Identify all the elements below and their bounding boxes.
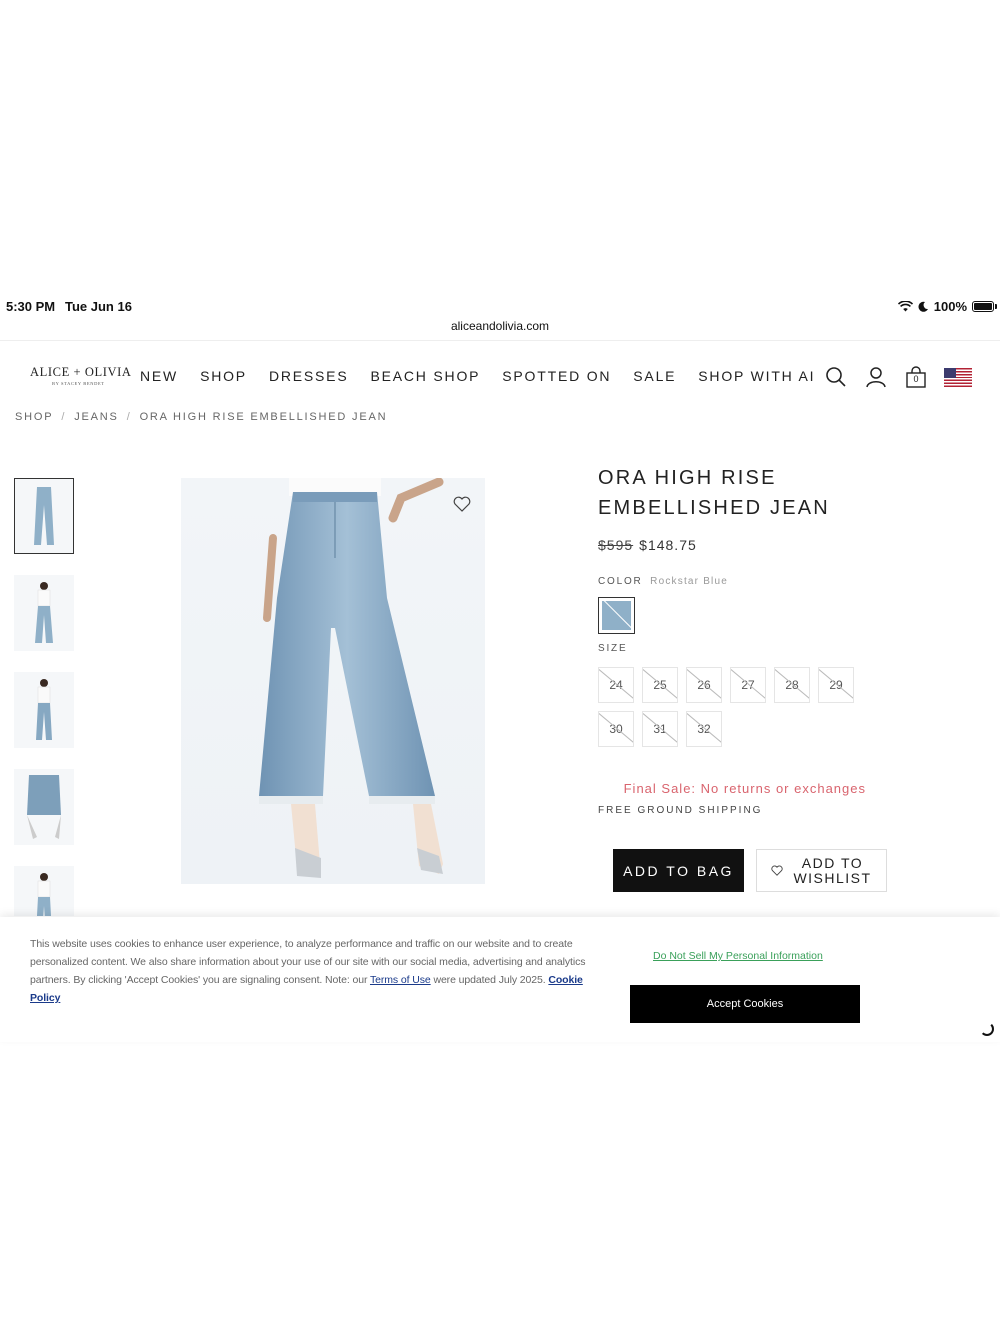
product-thumbnails [14, 478, 76, 916]
size-option[interactable]: 31 [642, 711, 678, 747]
size-option[interactable]: 27 [730, 667, 766, 703]
product-title: ORA HIGH RISE EMBELLISHED JEAN [598, 467, 830, 519]
ios-status-bar: 5:30 PM Tue Jun 16 100% [0, 298, 1000, 316]
add-to-wishlist-button[interactable]: ADD TO WISHLIST [756, 849, 887, 892]
breadcrumb: SHOP / JEANS / ORA HIGH RISE EMBELLISHED… [15, 411, 387, 423]
status-date: Tue Jun 16 [65, 299, 132, 314]
color-swatch-rockstar-blue[interactable] [598, 597, 635, 634]
size-option[interactable]: 28 [774, 667, 810, 703]
size-label: SIZE [598, 643, 628, 654]
status-indicators: 100% [897, 299, 997, 314]
nav-sale[interactable]: SALE [633, 368, 676, 384]
color-label-row: COLOR Rockstar Blue [598, 576, 728, 587]
brand-logo-subtitle: BY STACEY BENDET [52, 381, 105, 386]
address-bar-url[interactable]: aliceandolivia.com [0, 319, 1000, 333]
product-thumbnail[interactable] [14, 575, 74, 651]
breadcrumb-separator: / [61, 411, 67, 423]
cart-count: 0 [913, 374, 919, 384]
add-to-bag-button[interactable]: ADD TO BAG [613, 849, 744, 892]
cookie-message: This website uses cookies to enhance use… [30, 935, 595, 1007]
breadcrumb-separator: / [126, 411, 132, 423]
nav-shop-with-ai[interactable]: SHOP WITH AI [698, 368, 815, 384]
terms-of-use-link[interactable]: Terms of Use [370, 974, 431, 986]
heart-icon [771, 865, 784, 876]
cookie-consent-banner: This website uses cookies to enhance use… [0, 917, 1000, 1042]
brand-logo[interactable]: ALICE + OLIVIA [30, 365, 132, 380]
heart-icon[interactable] [453, 496, 471, 512]
price: $595 $148.75 [598, 537, 697, 553]
loading-spinner-icon [980, 1022, 994, 1036]
original-price: $595 [598, 537, 634, 553]
size-option[interactable]: 26 [686, 667, 722, 703]
wishlist-label: ADD TO WISHLIST [793, 854, 872, 886]
breadcrumb-shop[interactable]: SHOP [15, 411, 53, 423]
wifi-icon [897, 301, 913, 312]
size-option[interactable]: 24 [598, 667, 634, 703]
cookie-message-text-after: were updated July 2025. [430, 974, 549, 986]
wishlist-label-line2: WISHLIST [793, 869, 872, 886]
accept-cookies-button[interactable]: Accept Cookies [630, 985, 860, 1023]
free-shipping-notice: FREE GROUND SHIPPING [598, 805, 763, 816]
color-label: COLOR [598, 576, 643, 587]
site-header: ALICE + OLIVIA BY STACEY BENDET NEW SHOP… [0, 340, 1000, 410]
product-thumbnail[interactable] [14, 866, 74, 916]
main-nav: NEW SHOP DRESSES BEACH SHOP SPOTTED ON S… [140, 368, 837, 384]
battery-percent: 100% [933, 299, 967, 314]
product-thumbnail[interactable] [14, 672, 74, 748]
size-option[interactable]: 32 [686, 711, 722, 747]
nav-beach-shop[interactable]: BEACH SHOP [370, 368, 480, 384]
nav-spotted-on[interactable]: SPOTTED ON [502, 368, 611, 384]
moon-icon [918, 301, 928, 312]
us-flag-icon[interactable] [944, 367, 972, 387]
header-actions: 0 [824, 365, 972, 389]
product-thumbnail[interactable] [14, 478, 74, 554]
do-not-sell-link[interactable]: Do Not Sell My Personal Information [653, 950, 823, 962]
nav-new[interactable]: NEW [140, 368, 178, 384]
size-option[interactable]: 30 [598, 711, 634, 747]
account-icon[interactable] [864, 365, 888, 389]
status-time: 5:30 PM [6, 299, 56, 314]
size-option[interactable]: 29 [818, 667, 854, 703]
color-value: Rockstar Blue [650, 576, 729, 587]
size-option[interactable]: 25 [642, 667, 678, 703]
nav-shop[interactable]: SHOP [200, 368, 247, 384]
battery-level [974, 303, 992, 310]
sale-price: $148.75 [639, 537, 697, 553]
product-thumbnail[interactable] [14, 769, 74, 845]
breadcrumb-current: ORA HIGH RISE EMBELLISHED JEAN [139, 411, 388, 423]
final-sale-notice: Final Sale: No returns or exchanges [623, 781, 866, 796]
battery-icon [972, 301, 997, 312]
bag-icon[interactable]: 0 [904, 365, 928, 389]
nav-dresses[interactable]: DRESSES [269, 368, 349, 384]
size-selector: 24 25 26 27 28 29 30 31 32 [598, 667, 878, 747]
product-main-image[interactable] [181, 478, 485, 884]
breadcrumb-jeans[interactable]: JEANS [74, 411, 118, 423]
wishlist-label-line1: ADD TO [801, 854, 864, 871]
jeans-photo [259, 478, 444, 878]
search-icon[interactable] [824, 365, 848, 389]
